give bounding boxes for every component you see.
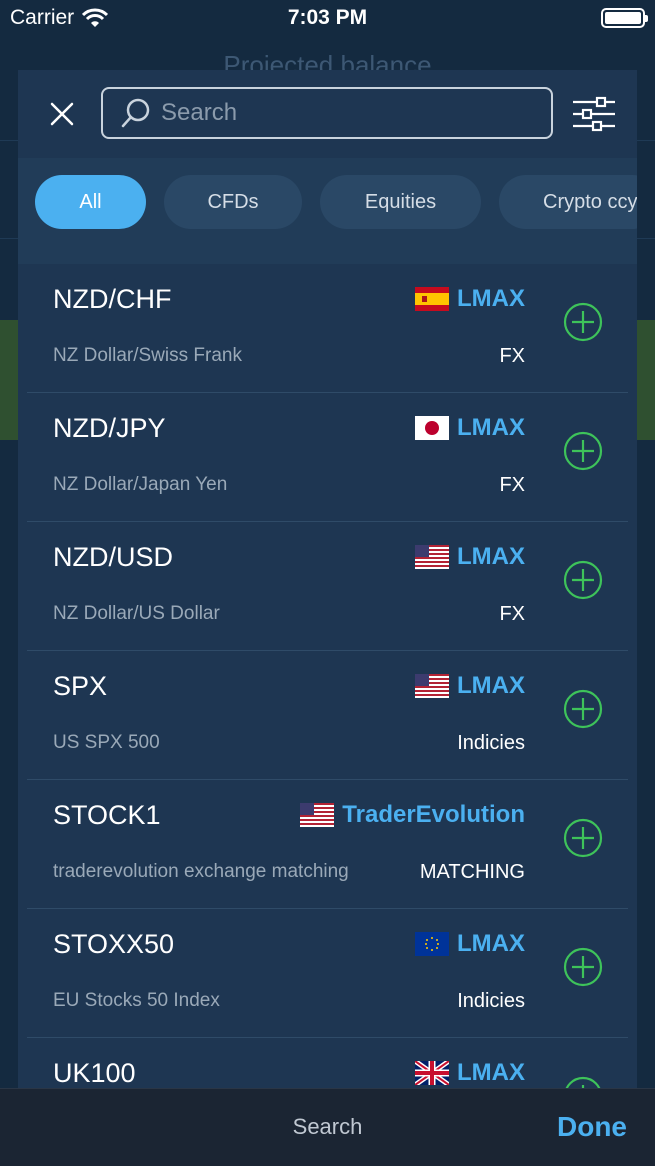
add-circle-icon[interactable]: [563, 818, 603, 858]
instrument-type: Indicies: [457, 732, 525, 754]
close-icon[interactable]: [48, 100, 76, 128]
instrument-type: FX: [499, 603, 525, 625]
done-button[interactable]: Done: [557, 1111, 627, 1143]
chip-crypto[interactable]: Crypto ccy: [499, 175, 637, 229]
instrument-symbol: NZD/CHF: [53, 284, 172, 314]
instrument-type: Indicies: [457, 990, 525, 1012]
exchange: LMAX: [415, 930, 525, 958]
chip-all[interactable]: All: [35, 175, 146, 229]
search-modal: Search All CFDs Equities Crypto ccy NZD/…: [18, 70, 637, 1088]
instrument-description: NZ Dollar/Swiss Frank: [53, 345, 242, 366]
add-circle-icon[interactable]: [563, 947, 603, 987]
background-chart: [637, 320, 655, 440]
chip-cfds[interactable]: CFDs: [164, 175, 302, 229]
exchange: LMAX: [415, 285, 525, 313]
instrument-row[interactable]: UK100 LMAX: [18, 1038, 637, 1088]
exchange-name: LMAX: [457, 1059, 525, 1086]
instrument-symbol: NZD/JPY: [53, 413, 166, 443]
exchange: LMAX: [415, 672, 525, 700]
search-input[interactable]: Search: [101, 87, 553, 139]
add-circle-icon[interactable]: [563, 560, 603, 600]
instrument-description: NZ Dollar/US Dollar: [53, 603, 220, 624]
status-bar: Carrier 7:03 PM: [0, 0, 655, 36]
exchange-name: LMAX: [457, 672, 525, 699]
instrument-row[interactable]: SPX LMAX US SPX 500 Indicies: [18, 651, 637, 780]
exchange: TraderEvolution: [300, 801, 525, 829]
instrument-row[interactable]: NZD/USD LMAX NZ Dollar/US Dollar FX: [18, 522, 637, 651]
instrument-type: FX: [499, 474, 525, 496]
japan-flag-icon: [415, 416, 449, 440]
usa-flag-icon: [415, 545, 449, 569]
instrument-description: NZ Dollar/Japan Yen: [53, 474, 228, 495]
add-circle-icon[interactable]: [563, 1076, 603, 1088]
eu-flag-icon: [415, 932, 449, 956]
battery-icon: [601, 8, 648, 28]
instrument-row[interactable]: NZD/JPY LMAX NZ Dollar/Japan Yen FX: [18, 393, 637, 522]
chip-equities[interactable]: Equities: [320, 175, 481, 229]
add-circle-icon[interactable]: [563, 302, 603, 342]
modal-header: Search: [18, 70, 637, 158]
instrument-symbol: NZD/USD: [53, 542, 173, 572]
instrument-row[interactable]: NZD/CHF LMAX NZ Dollar/Swiss Frank FX: [18, 264, 637, 393]
exchange-name: LMAX: [457, 930, 525, 957]
status-time: 7:03 PM: [287, 6, 368, 29]
category-chips: All CFDs Equities Crypto ccy: [18, 158, 637, 264]
instrument-row[interactable]: STOCK1 TraderEvolution traderevolution e…: [18, 780, 637, 909]
instrument-symbol: STOCK1: [53, 800, 161, 830]
exchange-name: LMAX: [457, 543, 525, 570]
instrument-row[interactable]: STOXX50 LMAX EU Stocks 50 Index Indicies: [18, 909, 637, 1038]
instrument-description: traderevolution exchange matching: [53, 861, 349, 882]
usa-flag-icon: [415, 674, 449, 698]
instrument-type: FX: [499, 345, 525, 367]
exchange: LMAX: [415, 414, 525, 442]
add-circle-icon[interactable]: [563, 689, 603, 729]
instrument-symbol: SPX: [53, 671, 108, 701]
instrument-type: MATCHING: [419, 861, 525, 883]
instrument-symbol: STOXX50: [53, 929, 175, 959]
exchange-name: LMAX: [457, 414, 525, 441]
background-chart: [0, 320, 20, 440]
spain-flag-icon: [415, 287, 449, 311]
exchange: LMAX: [415, 543, 525, 571]
instrument-description: US SPX 500: [53, 732, 160, 753]
instrument-symbol: UK100: [53, 1058, 136, 1088]
add-circle-icon[interactable]: [563, 431, 603, 471]
instrument-list: NZD/CHF LMAX NZ Dollar/Swiss Frank FX NZ…: [18, 264, 637, 1088]
search-icon: [121, 98, 150, 128]
uk-flag-icon: [415, 1061, 449, 1085]
instrument-description: EU Stocks 50 Index: [53, 990, 220, 1011]
filter-settings-icon[interactable]: [571, 96, 617, 132]
usa-flag-icon: [300, 803, 335, 827]
exchange-name: TraderEvolution: [342, 801, 525, 828]
bottom-toolbar: Search Done: [0, 1088, 655, 1166]
search-placeholder: Search: [161, 99, 238, 126]
exchange: LMAX: [415, 1059, 525, 1087]
exchange-name: LMAX: [457, 285, 525, 312]
